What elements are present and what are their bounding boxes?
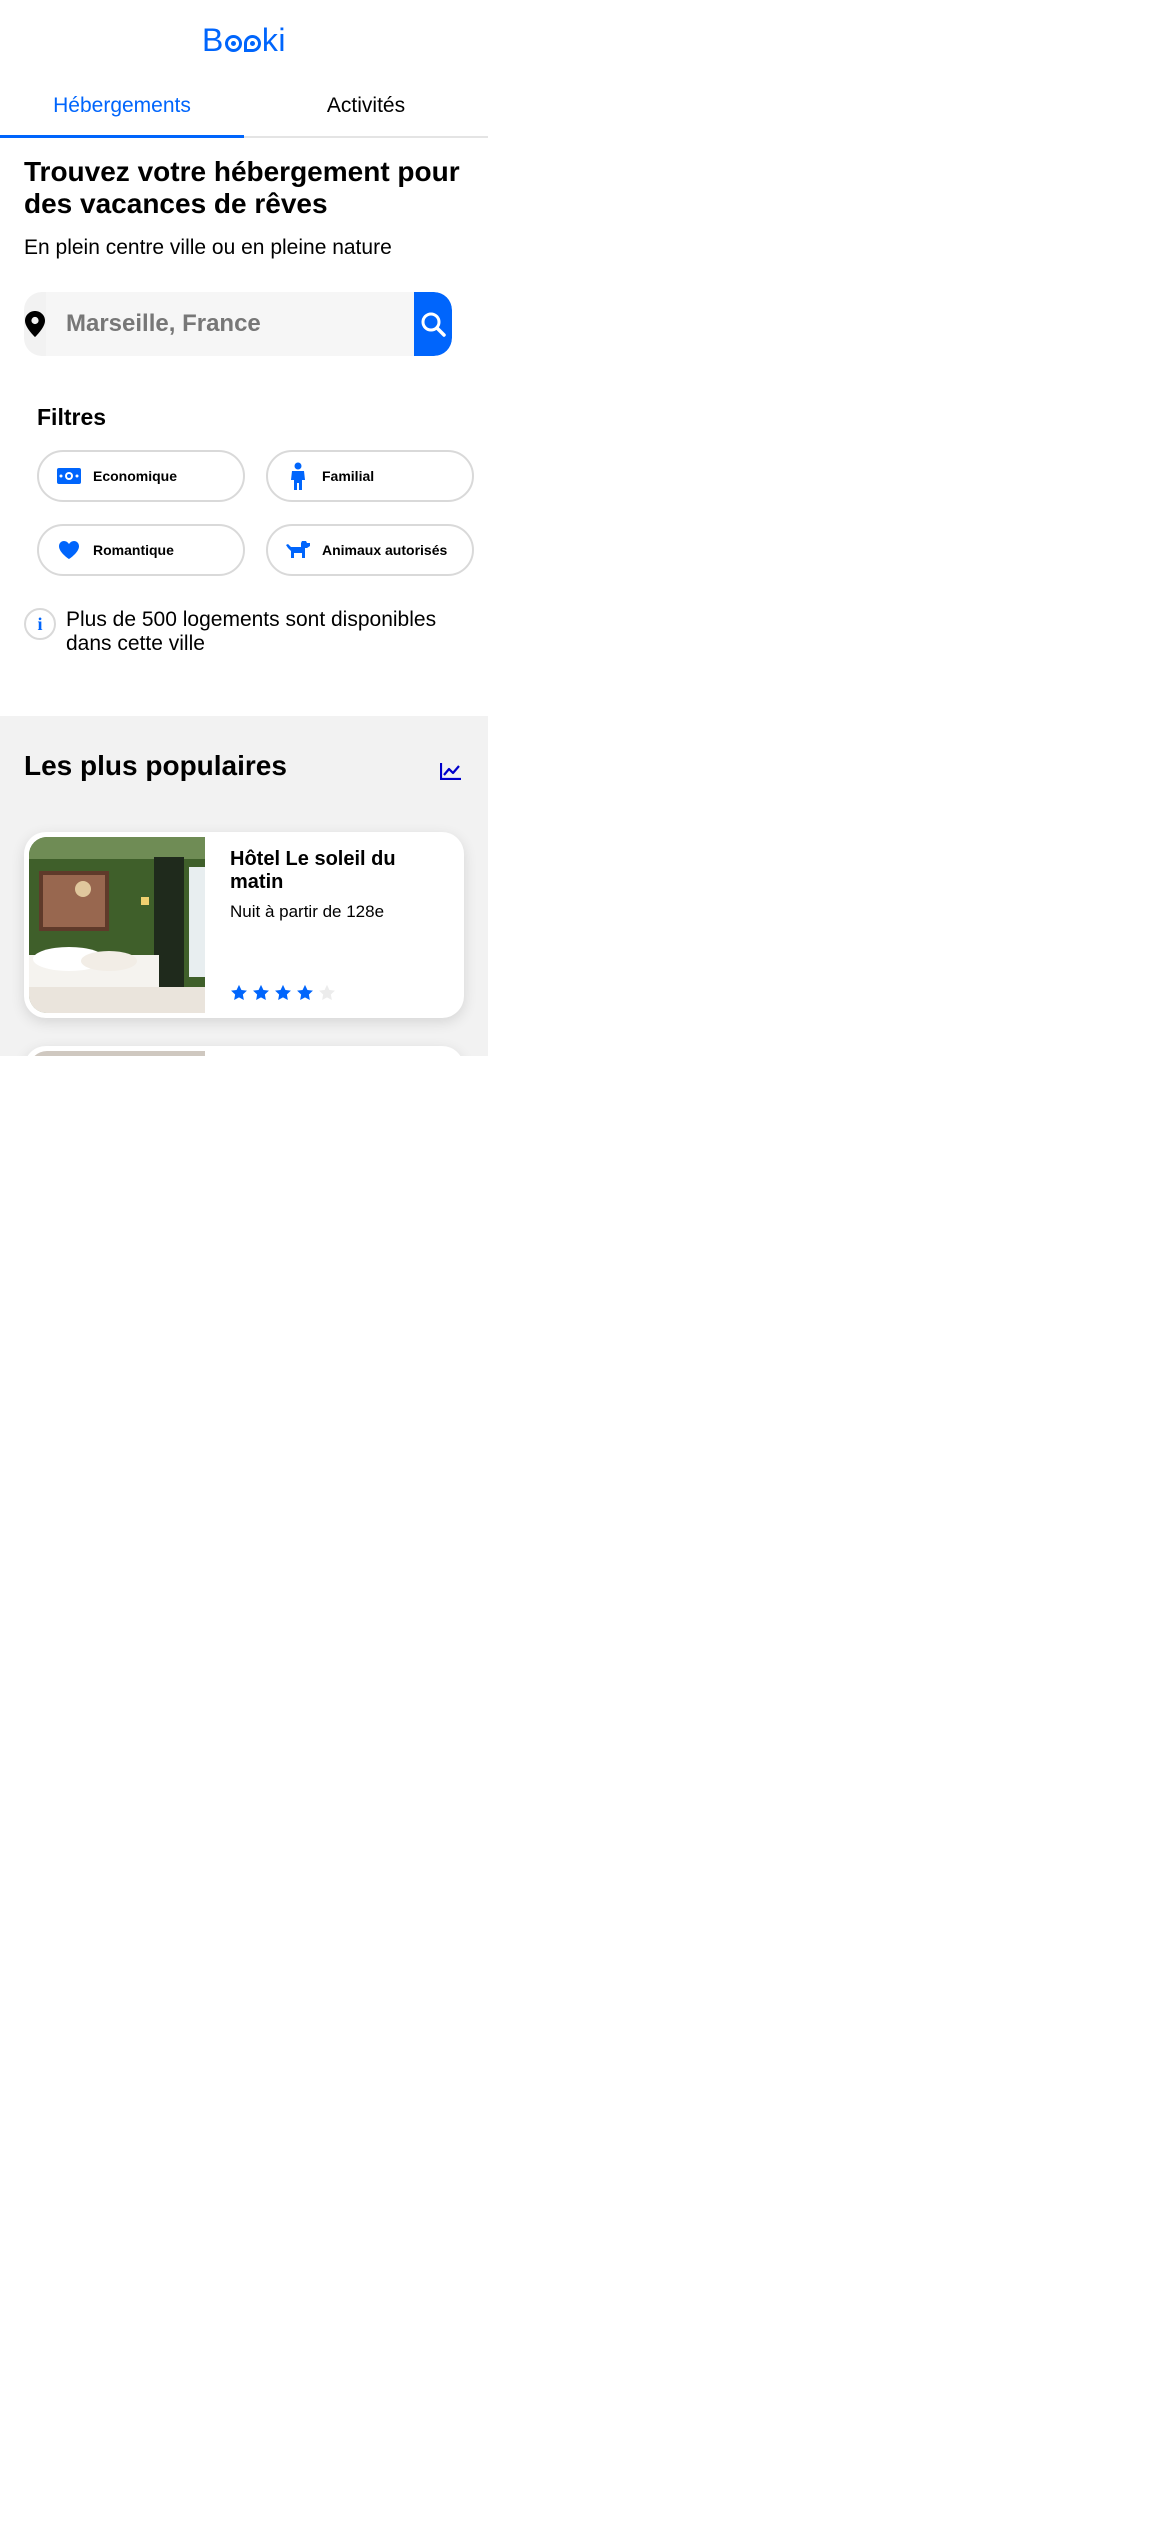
star-icon: [297, 984, 313, 1001]
filter-romantique[interactable]: Romantique: [37, 524, 245, 576]
popular-section: Les plus populaires Hôtel Le soleil du m…: [0, 716, 488, 1056]
hotel-rating: [230, 984, 336, 1002]
search-input[interactable]: [46, 292, 414, 356]
availability-text: Plus de 500 logements sont disponibles d…: [66, 608, 437, 655]
tab-hebergements[interactable]: Hébergements: [0, 88, 244, 138]
filter-label: Animaux autorisés: [322, 542, 448, 558]
logo-text-suffix: ki: [261, 22, 286, 58]
star-icon: [275, 984, 291, 1001]
trend-chart-icon: [439, 762, 462, 785]
location-pin-icon: [24, 292, 46, 356]
logo-o-mark: [224, 35, 242, 52]
search-bar: [24, 292, 452, 356]
hotel-name: Hôtel Le soleil du matin: [230, 848, 396, 893]
dog-icon: [284, 539, 312, 561]
page-subtitle: En plein centre ville ou en pleine natur…: [24, 236, 392, 259]
heart-icon: [55, 540, 83, 560]
hotel-price: Nuit à partir de 128e: [230, 902, 385, 921]
filter-animaux[interactable]: Animaux autorisés: [266, 524, 474, 576]
info-icon: i: [24, 608, 56, 640]
filter-label: Familial: [322, 468, 375, 484]
search-icon: [421, 312, 446, 337]
star-empty-icon: [319, 984, 335, 1001]
filters-title: Filtres: [37, 404, 107, 430]
availability-info: i Plus de 500 logements sont disponibles…: [24, 608, 464, 656]
logo-text-prefix: B: [202, 22, 224, 58]
hotel-card[interactable]: Hôtel Le soleil du matin Nuit à partir d…: [24, 832, 464, 1018]
filter-economique[interactable]: Economique: [37, 450, 245, 502]
hotel-card-next[interactable]: [24, 1046, 464, 1056]
tabs-bar: Hébergements Activités: [0, 88, 488, 138]
money-icon: [55, 467, 83, 485]
logo-o-mark-pin: [243, 35, 261, 52]
star-icon: [253, 984, 269, 1001]
filter-label: Romantique: [93, 542, 174, 558]
tab-activites[interactable]: Activités: [244, 88, 488, 136]
filter-familial[interactable]: Familial: [266, 450, 474, 502]
booki-logo[interactable]: Bki: [0, 22, 488, 59]
child-icon: [284, 462, 312, 490]
filter-label: Economique: [93, 468, 178, 484]
page-title: Trouvez votre hébergement pour des vacan…: [24, 156, 460, 219]
hotel-photo: [29, 837, 205, 1013]
hotel-photo: [29, 1051, 205, 1056]
star-icon: [231, 984, 247, 1001]
search-button[interactable]: [414, 292, 452, 356]
popular-title: Les plus populaires: [24, 750, 287, 781]
app-screen: Bki Hébergements Activités Trouvez votre…: [0, 0, 1170, 2532]
